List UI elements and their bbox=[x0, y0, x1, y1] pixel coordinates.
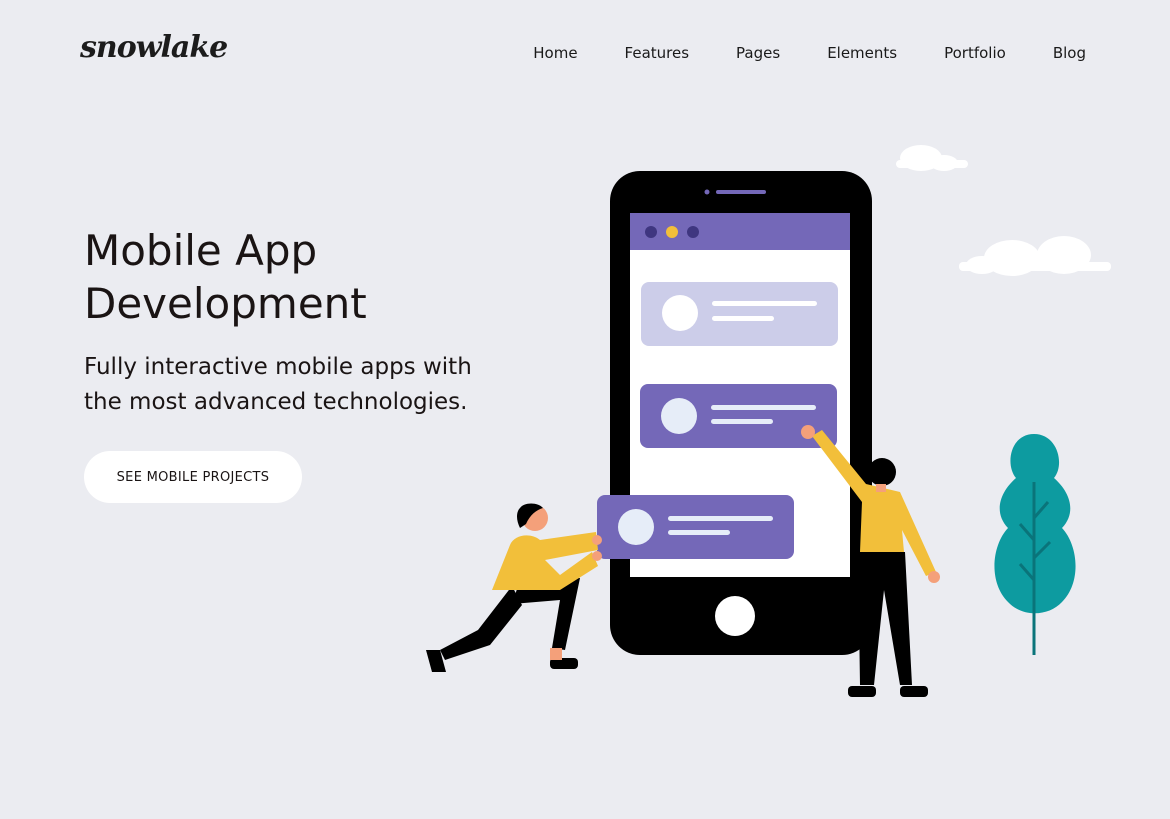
app-card-1 bbox=[641, 282, 838, 346]
app-card-3 bbox=[597, 495, 794, 559]
person-pushing bbox=[426, 503, 602, 672]
tree bbox=[994, 434, 1076, 655]
hero-illustration bbox=[426, 145, 1111, 697]
cloud-large bbox=[959, 236, 1111, 276]
cloud-small bbox=[896, 145, 968, 171]
